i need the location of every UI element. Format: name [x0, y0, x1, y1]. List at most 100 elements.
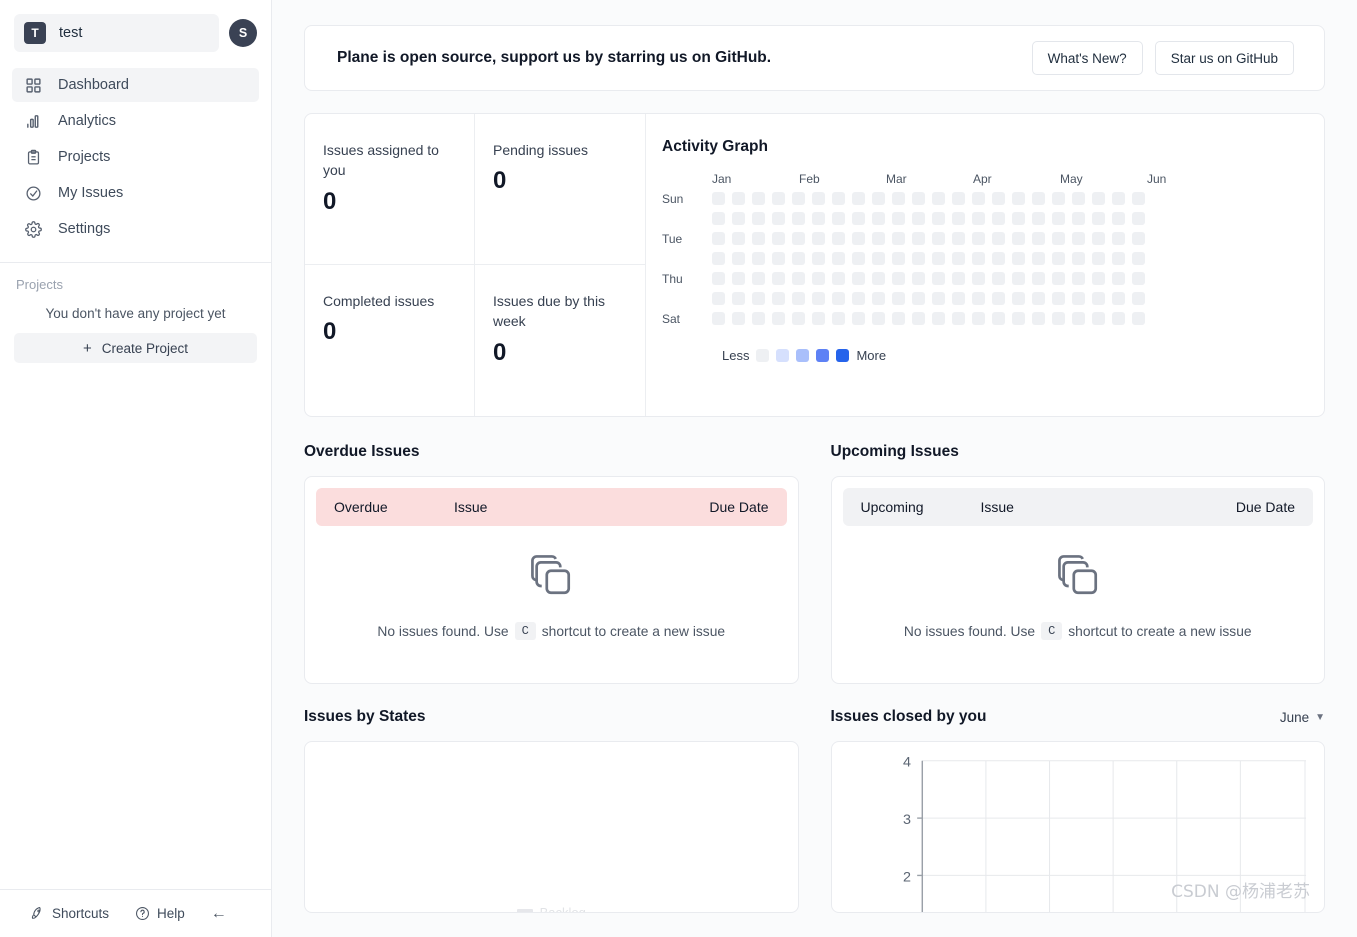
activity-cell[interactable]: [1092, 192, 1105, 205]
activity-cell[interactable]: [1052, 272, 1065, 285]
activity-cell[interactable]: [972, 212, 985, 225]
activity-cell[interactable]: [712, 292, 725, 305]
activity-cell[interactable]: [1032, 212, 1045, 225]
activity-cell[interactable]: [892, 232, 905, 245]
activity-cell[interactable]: [772, 292, 785, 305]
activity-cell[interactable]: [812, 212, 825, 225]
activity-cell[interactable]: [712, 312, 725, 325]
activity-cell[interactable]: [872, 232, 885, 245]
activity-cell[interactable]: [812, 272, 825, 285]
activity-cell[interactable]: [1112, 292, 1125, 305]
activity-cell[interactable]: [792, 292, 805, 305]
create-project-button[interactable]: + Create Project: [14, 333, 257, 363]
activity-cell[interactable]: [1032, 312, 1045, 325]
activity-cell[interactable]: [712, 252, 725, 265]
activity-cell[interactable]: [752, 272, 765, 285]
stat-card-completed[interactable]: Completed issues 0: [305, 265, 475, 416]
activity-cell[interactable]: [1012, 192, 1025, 205]
activity-cell[interactable]: [752, 192, 765, 205]
activity-cell[interactable]: [1032, 272, 1045, 285]
activity-cell[interactable]: [752, 232, 765, 245]
activity-cell[interactable]: [1132, 212, 1145, 225]
activity-cell[interactable]: [712, 192, 725, 205]
activity-cell[interactable]: [732, 312, 745, 325]
activity-cell[interactable]: [852, 212, 865, 225]
activity-cell[interactable]: [712, 232, 725, 245]
activity-cell[interactable]: [752, 252, 765, 265]
activity-cell[interactable]: [1052, 212, 1065, 225]
activity-cell[interactable]: [952, 232, 965, 245]
activity-cell[interactable]: [932, 252, 945, 265]
activity-cell[interactable]: [892, 272, 905, 285]
activity-cell[interactable]: [872, 272, 885, 285]
activity-cell[interactable]: [1072, 272, 1085, 285]
activity-cell[interactable]: [812, 232, 825, 245]
activity-cell[interactable]: [792, 192, 805, 205]
sidebar-item-dashboard[interactable]: Dashboard: [12, 68, 259, 102]
shortcuts-button[interactable]: Shortcuts: [30, 906, 109, 921]
activity-cell[interactable]: [972, 252, 985, 265]
activity-cell[interactable]: [872, 192, 885, 205]
activity-cell[interactable]: [1012, 252, 1025, 265]
sidebar-item-analytics[interactable]: Analytics: [12, 104, 259, 138]
activity-cell[interactable]: [972, 272, 985, 285]
activity-cell[interactable]: [1032, 232, 1045, 245]
activity-cell[interactable]: [772, 312, 785, 325]
activity-cell[interactable]: [852, 272, 865, 285]
activity-cell[interactable]: [732, 252, 745, 265]
activity-cell[interactable]: [932, 272, 945, 285]
activity-cell[interactable]: [732, 212, 745, 225]
activity-cell[interactable]: [1072, 212, 1085, 225]
activity-cell[interactable]: [1012, 312, 1025, 325]
arrow-left-icon[interactable]: ←: [211, 905, 227, 922]
activity-cell[interactable]: [892, 292, 905, 305]
activity-cell[interactable]: [1112, 272, 1125, 285]
activity-cell[interactable]: [732, 192, 745, 205]
activity-cell[interactable]: [992, 292, 1005, 305]
activity-cell[interactable]: [932, 212, 945, 225]
activity-cell[interactable]: [1092, 292, 1105, 305]
activity-cell[interactable]: [932, 292, 945, 305]
activity-cell[interactable]: [1132, 292, 1145, 305]
activity-cell[interactable]: [712, 272, 725, 285]
activity-cell[interactable]: [952, 212, 965, 225]
activity-cell[interactable]: [1112, 252, 1125, 265]
activity-cell[interactable]: [992, 252, 1005, 265]
activity-cell[interactable]: [792, 272, 805, 285]
activity-cell[interactable]: [1072, 232, 1085, 245]
activity-cell[interactable]: [1072, 312, 1085, 325]
activity-cell[interactable]: [932, 312, 945, 325]
sidebar-item-projects[interactable]: Projects: [12, 140, 259, 174]
activity-cell[interactable]: [1052, 192, 1065, 205]
sidebar-item-my-issues[interactable]: My Issues: [12, 176, 259, 210]
activity-cell[interactable]: [1032, 292, 1045, 305]
stat-card-assigned[interactable]: Issues assigned to you 0: [305, 114, 475, 265]
activity-cell[interactable]: [1032, 252, 1045, 265]
activity-cell[interactable]: [772, 212, 785, 225]
activity-cell[interactable]: [952, 272, 965, 285]
activity-cell[interactable]: [1052, 312, 1065, 325]
activity-cell[interactable]: [972, 232, 985, 245]
activity-cell[interactable]: [1012, 292, 1025, 305]
activity-cell[interactable]: [832, 212, 845, 225]
activity-cell[interactable]: [912, 232, 925, 245]
activity-cell[interactable]: [792, 232, 805, 245]
activity-cell[interactable]: [792, 252, 805, 265]
activity-cell[interactable]: [732, 292, 745, 305]
activity-cell[interactable]: [812, 252, 825, 265]
activity-cell[interactable]: [832, 192, 845, 205]
activity-cell[interactable]: [912, 212, 925, 225]
activity-cell[interactable]: [912, 252, 925, 265]
activity-cell[interactable]: [1052, 292, 1065, 305]
activity-cell[interactable]: [1132, 192, 1145, 205]
activity-cell[interactable]: [892, 312, 905, 325]
activity-cell[interactable]: [872, 312, 885, 325]
activity-cell[interactable]: [1052, 252, 1065, 265]
activity-cell[interactable]: [952, 312, 965, 325]
star-github-button[interactable]: Star us on GitHub: [1154, 41, 1294, 75]
activity-cell[interactable]: [752, 292, 765, 305]
whats-new-button[interactable]: What's New?: [1031, 41, 1143, 75]
activity-cell[interactable]: [1132, 232, 1145, 245]
activity-cell[interactable]: [1132, 312, 1145, 325]
stat-card-pending[interactable]: Pending issues 0: [475, 114, 645, 265]
